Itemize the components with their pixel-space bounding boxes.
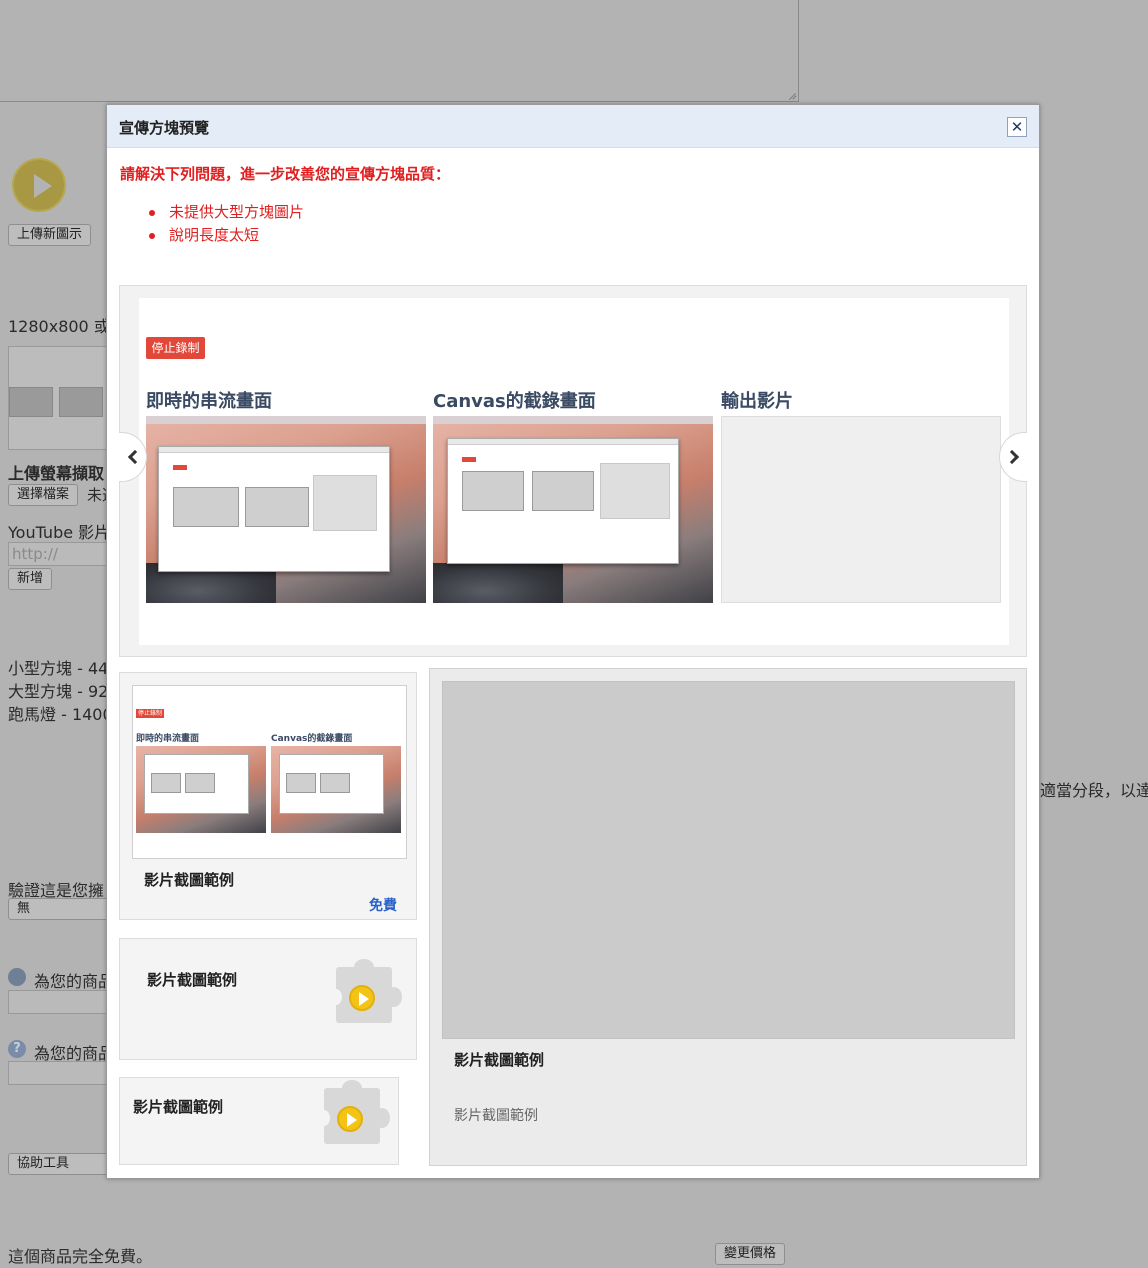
canvas-capture-screenshot: [433, 416, 713, 603]
large-tile-image-placeholder: [442, 681, 1015, 1039]
marquee-tile-small-preview[interactable]: 影片截圖範例: [119, 1077, 399, 1165]
small-tile-no-image[interactable]: 影片截圖範例: [119, 938, 417, 1060]
screenshot-size-hint: 1280x800 或: [8, 317, 110, 336]
small-tile-title: 影片截圖範例: [144, 871, 235, 889]
small-tile-preview[interactable]: 停止錄制 即時的串流畫面 Canvas的截錄畫面 影片截圖範例 免費: [119, 672, 417, 920]
promo-tile-preview-dialog: 宣傳方塊預覽 ✕ 請解決下列問題，進一步改善您的宣傳方塊品質： 未提供大型方塊圖…: [106, 104, 1040, 1179]
output-video-placeholder: [721, 416, 1001, 603]
column-heading: 即時的串流畫面: [136, 734, 200, 744]
youtube-url-input[interactable]: http://: [8, 542, 118, 566]
column-heading: Canvas的截錄畫面: [271, 734, 353, 744]
verify-select[interactable]: 無: [8, 898, 118, 920]
add-video-button[interactable]: 新增: [8, 568, 53, 590]
change-price-button[interactable]: 變更價格: [715, 1243, 786, 1265]
upload-screenshot-label: 上傳螢幕擷取: [8, 464, 105, 483]
warning-list: 未提供大型方塊圖片 說明長度太短: [149, 201, 304, 247]
description-hint-text: 適當分段，以達: [1040, 781, 1148, 800]
locale-label: 為您的商品: [34, 972, 115, 991]
locale-input[interactable]: [8, 990, 118, 1014]
assist-tools-button[interactable]: 協助工具: [8, 1153, 118, 1175]
tile-title: 影片截圖範例: [147, 971, 238, 989]
large-tile-preview[interactable]: 影片截圖範例 影片截圖範例: [429, 668, 1027, 1166]
column-heading: 輸出影片: [721, 391, 793, 412]
screenshot-thumbnail[interactable]: [8, 346, 118, 450]
help-input[interactable]: [8, 1061, 118, 1085]
stop-recording-badge: 停止錄制: [146, 337, 205, 359]
dialog-title: 宣傳方塊預覽: [119, 119, 210, 137]
textarea-resize-handle[interactable]: [787, 90, 797, 100]
puzzle-play-icon: [328, 959, 408, 1039]
small-tile-label: 小型方塊 - 440: [8, 659, 119, 678]
live-stream-screenshot: [146, 416, 426, 603]
help-icon[interactable]: ?: [8, 1040, 26, 1058]
description-textarea[interactable]: [0, 0, 799, 102]
dialog-header: 宣傳方塊預覽 ✕: [107, 105, 1039, 148]
warning-item: 未提供大型方塊圖片: [149, 201, 304, 224]
tile-title: 影片截圖範例: [133, 1098, 224, 1116]
column-heading: 即時的串流畫面: [146, 391, 272, 412]
marquee-label: 跑馬燈 - 1400: [8, 705, 113, 724]
large-tile-label: 大型方塊 - 920: [8, 682, 119, 701]
youtube-label: YouTube 影片: [8, 523, 111, 542]
extension-play-icon: [12, 158, 66, 212]
large-tile-title: 影片截圖範例: [454, 1051, 545, 1069]
warning-title: 請解決下列問題，進一步改善您的宣傳方塊品質：: [120, 165, 451, 183]
warning-item: 說明長度太短: [149, 224, 304, 247]
large-tile-description: 影片截圖範例: [454, 1108, 538, 1124]
choose-file-button[interactable]: 選擇檔案: [8, 484, 79, 506]
small-tile-image: 停止錄制 即時的串流畫面 Canvas的截錄畫面: [132, 685, 407, 859]
upload-icon-button[interactable]: 上傳新圖示: [8, 224, 92, 246]
puzzle-play-icon: [316, 1080, 396, 1160]
price-label: 免費: [369, 898, 397, 914]
chevron-left-icon: [127, 449, 142, 465]
free-item-text: 這個商品完全免費。: [8, 1247, 153, 1266]
globe-icon: [8, 968, 26, 986]
column-heading: Canvas的截錄畫面: [433, 391, 596, 412]
marquee-tile-preview[interactable]: 停止錄制 即時的串流畫面 Canvas的截錄畫面 輸出影片: [119, 285, 1027, 657]
close-icon[interactable]: ✕: [1007, 117, 1027, 137]
marquee-image: 停止錄制 即時的串流畫面 Canvas的截錄畫面 輸出影片: [139, 298, 1009, 645]
stop-recording-badge: 停止錄制: [136, 709, 164, 718]
chevron-right-icon: [1004, 449, 1019, 465]
